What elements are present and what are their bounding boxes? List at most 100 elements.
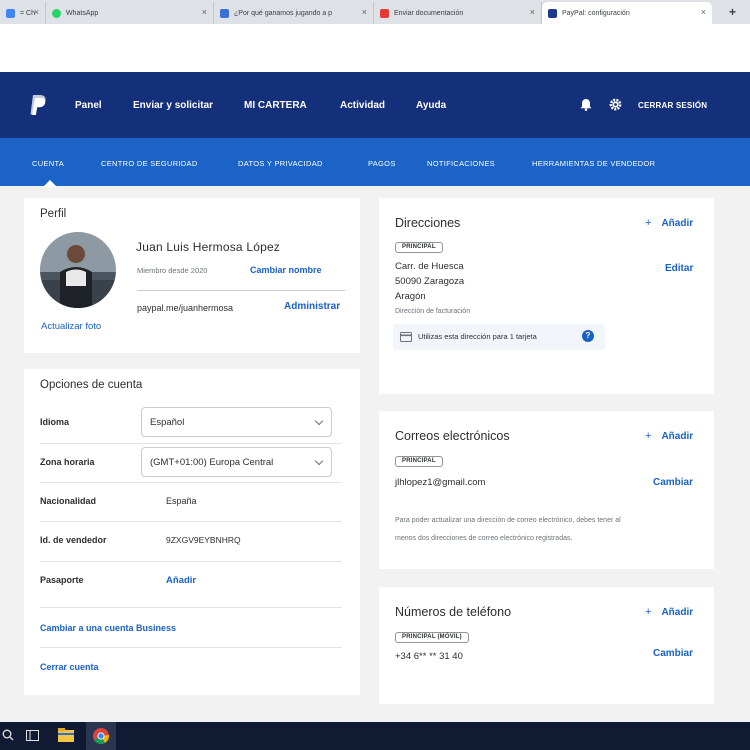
nav-wallet[interactable]: MI CARTERA	[244, 100, 307, 111]
credit-card-icon	[400, 332, 412, 342]
bell-icon[interactable]	[580, 98, 592, 111]
language-select[interactable]: Español	[141, 407, 332, 437]
divider	[40, 647, 342, 648]
tab-label: = Ch	[20, 9, 35, 17]
divider	[40, 607, 342, 608]
whatsapp-icon	[52, 8, 61, 18]
edit-address-button[interactable]: Editar	[665, 263, 693, 274]
tab-label: Enviar documentación	[394, 9, 464, 17]
file-explorer-icon[interactable]	[58, 728, 74, 742]
plus-icon: +	[645, 217, 652, 229]
browser-tab-strip: = Ch × WhatsApp × ¿Por qué ganamos jugan…	[0, 0, 750, 24]
avatar[interactable]	[40, 232, 116, 308]
phones-card: Números de teléfono + Añadir PRINCIPAL (M…	[379, 587, 714, 704]
primary-badge: PRINCIPAL	[395, 456, 443, 467]
card-usage-note: Utilizas esta dirección para 1 tarjeta ?	[393, 324, 605, 350]
emails-title: Correos electrónicos	[395, 429, 510, 443]
passport-label: Pasaporte	[40, 575, 84, 585]
subnav-privacy[interactable]: DATOS Y PRIVACIDAD	[238, 159, 323, 168]
tab-label: ¿Por qué ganamos jugando a p	[234, 9, 333, 17]
task-view-icon[interactable]	[26, 730, 39, 741]
close-icon[interactable]: ×	[530, 7, 535, 17]
tab-label: WhatsApp	[66, 9, 99, 17]
primary-badge: PRINCIPAL	[395, 242, 443, 253]
gear-icon[interactable]	[609, 98, 622, 111]
browser-tab-documentation[interactable]: Enviar documentación ×	[374, 2, 542, 24]
seller-id-label: Id. de vendedor	[40, 535, 107, 545]
seller-id-value: 9ZXGV9EYBNHRQ	[166, 535, 241, 545]
member-since: Miembro desde 2020	[137, 266, 208, 275]
tab-favicon-icon	[6, 8, 15, 18]
change-phone-button[interactable]: Cambiar	[653, 648, 693, 659]
change-email-button[interactable]: Cambiar	[653, 477, 693, 488]
nav-help[interactable]: Ayuda	[416, 100, 446, 111]
add-phone-label: Añadir	[661, 607, 694, 618]
nav-panel[interactable]: Panel	[75, 100, 102, 111]
change-name-link[interactable]: Cambiar nombre	[250, 265, 322, 275]
add-address-label: Añadir	[661, 218, 694, 229]
email-note-line1: Para poder actualizar una dirección de c…	[395, 517, 621, 524]
card-usage-text: Utilizas esta dirección para 1 tarjeta	[418, 332, 537, 341]
settings-subnav: CUENTA CENTRO DE SEGURIDAD DATOS Y PRIVA…	[0, 138, 750, 186]
browser-toolbar	[0, 24, 750, 72]
email-note-line2: menos dos direcciones de correo electrón…	[395, 535, 573, 542]
manage-button[interactable]: Administrar	[284, 301, 340, 312]
help-icon[interactable]: ?	[582, 330, 594, 342]
nationality-value: España	[166, 496, 197, 506]
browser-tab-whatsapp[interactable]: WhatsApp ×	[46, 2, 214, 24]
address-line2: 50090 Zaragoza	[395, 276, 465, 287]
billing-address-note: Dirección de facturación	[395, 308, 471, 315]
mail-icon	[380, 8, 389, 18]
close-icon[interactable]: ×	[362, 7, 367, 17]
profile-title: Perfil	[40, 208, 67, 220]
timezone-select[interactable]: (GMT+01:00) Europa Central	[141, 447, 332, 477]
addresses-card: Direcciones + Añadir PRINCIPAL Carr. de H…	[379, 198, 714, 394]
subnav-payments[interactable]: PAGOS	[368, 159, 396, 168]
add-address-button[interactable]: + Añadir	[645, 217, 693, 229]
emails-card: Correos electrónicos + Añadir PRINCIPAL j…	[379, 411, 714, 569]
logout-button[interactable]: CERRAR SESIÓN	[638, 101, 707, 110]
switch-business-link[interactable]: Cambiar a una cuenta Business	[40, 623, 176, 633]
browser-tab-paypal[interactable]: PayPal: configuración ×	[542, 2, 712, 24]
profile-name: Juan Luis Hermosa López	[136, 240, 281, 254]
phones-title: Números de teléfono	[395, 605, 512, 619]
phone-number: +34 6** ** 31 40	[395, 651, 463, 662]
subnav-security[interactable]: CENTRO DE SEGURIDAD	[101, 159, 198, 168]
email-address: jlhlopez1@gmail.com	[395, 477, 486, 488]
plus-icon: +	[645, 430, 652, 442]
article-icon	[220, 8, 229, 18]
search-icon[interactable]	[2, 729, 14, 741]
os-taskbar	[0, 722, 750, 750]
close-account-link[interactable]: Cerrar cuenta	[40, 662, 99, 672]
subnav-notifications[interactable]: NOTIFICACIONES	[427, 159, 495, 168]
timezone-label: Zona horaria	[40, 457, 95, 467]
nav-send-request[interactable]: Enviar y solicitar	[133, 100, 213, 111]
paypal-me-link[interactable]: paypal.me/juanhermosa	[137, 303, 233, 313]
chrome-taskbar-button[interactable]	[86, 722, 116, 750]
new-tab-button[interactable]: +	[729, 5, 736, 19]
close-icon[interactable]: ×	[701, 7, 706, 17]
active-tab-caret	[43, 180, 57, 187]
subnav-seller-tools[interactable]: HERRAMIENTAS DE VENDEDOR	[532, 159, 655, 168]
update-photo-link[interactable]: Actualizar foto	[41, 321, 101, 332]
subnav-account[interactable]: CUENTA	[32, 159, 64, 168]
timezone-value: (GMT+01:00) Europa Central	[150, 457, 274, 468]
browser-tab-article[interactable]: ¿Por qué ganamos jugando a p ×	[214, 2, 374, 24]
browser-tab[interactable]: = Ch ×	[0, 2, 46, 24]
divider	[40, 521, 342, 522]
close-icon[interactable]: ×	[34, 7, 39, 17]
account-options-card: Opciones de cuenta Idioma Español Zona h…	[24, 369, 360, 695]
add-email-button[interactable]: + Añadir	[645, 430, 693, 442]
site-header: Panel Enviar y solicitar MI CARTERA Acti…	[0, 72, 750, 138]
close-icon[interactable]: ×	[202, 7, 207, 17]
address-line1: Carr. de Huesca	[395, 261, 464, 272]
nav-activity[interactable]: Actividad	[340, 100, 385, 111]
divider	[137, 290, 345, 291]
paypal-logo-icon[interactable]	[29, 94, 47, 116]
divider	[40, 561, 342, 562]
chevron-down-icon	[314, 456, 324, 466]
add-passport-button[interactable]: Añadir	[166, 575, 196, 586]
chevron-down-icon	[314, 416, 324, 426]
add-phone-button[interactable]: + Añadir	[645, 606, 693, 618]
address-line3: Aragón	[395, 291, 426, 302]
